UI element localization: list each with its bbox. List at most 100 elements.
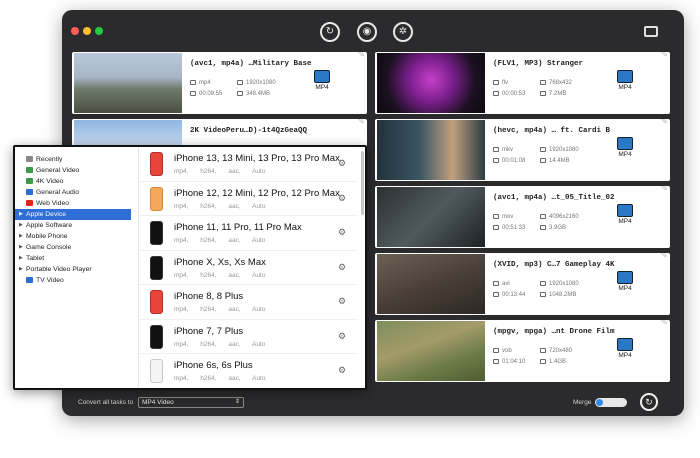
format-icon xyxy=(493,147,499,152)
file-card[interactable]: (mpgv, mpga) …nt Drone Film ✎ vob 720x480 01… xyxy=(375,320,670,382)
gear-icon[interactable]: ⚙ xyxy=(338,227,346,238)
device-preset-row[interactable]: iPhone 7, 7 Plus mp4, h264, aac, Auto ⚙ xyxy=(139,320,358,354)
spec-value: Auto xyxy=(252,202,266,210)
video-thumbnail[interactable] xyxy=(377,254,485,314)
category-item[interactable]: ▶ Apple Device xyxy=(15,209,131,220)
edit-icon[interactable]: ✎ xyxy=(357,52,365,60)
category-item[interactable]: 4K Video xyxy=(15,176,131,187)
video-thumbnail[interactable] xyxy=(377,187,485,247)
file-card[interactable]: (avc1, mp4a) …Military Base ✎ mp4 1920x1080… xyxy=(72,52,367,114)
category-item[interactable]: General Video xyxy=(15,165,131,176)
duration-meta: 00:09:55 xyxy=(190,91,222,97)
convert-icon[interactable]: ↻ xyxy=(320,22,340,42)
category-item[interactable]: ▶ Portable Video Player xyxy=(15,264,131,275)
category-label: TV Video xyxy=(36,277,64,284)
device-preset-row[interactable]: iPhone X, Xs, Xs Max mp4, h264, aac, Auto… xyxy=(139,251,358,285)
format-meta: vob xyxy=(493,348,512,354)
device-preset-row[interactable]: iPhone 12, 12 Mini, 12 Pro, 12 Pro Max mp… xyxy=(139,182,358,216)
select-arrows-icon: ⇕ xyxy=(234,399,240,405)
dvd-icon[interactable]: ◉ xyxy=(357,22,377,42)
target-format-badge[interactable]: MP4 xyxy=(613,204,637,225)
spec-value: mp4, xyxy=(174,202,189,210)
edit-icon[interactable]: ✎ xyxy=(357,119,365,127)
category-label: Apple Device xyxy=(26,211,67,218)
target-format-badge[interactable]: MP4 xyxy=(310,70,334,91)
mp4-format-icon xyxy=(617,137,633,150)
edit-icon[interactable]: ✎ xyxy=(660,52,668,60)
category-item[interactable]: ▶ Apple Software xyxy=(15,220,131,231)
gear-icon[interactable]: ⚙ xyxy=(338,158,346,169)
category-item[interactable]: Recently xyxy=(15,154,131,165)
device-name: iPhone 12, 12 Mini, 12 Pro, 12 Pro Max xyxy=(174,187,340,199)
target-format-badge[interactable]: MP4 xyxy=(613,338,637,359)
device-specs: mp4, h264, aac, Auto xyxy=(174,203,265,210)
expand-arrow-icon: ▶ xyxy=(19,211,23,217)
category-item[interactable]: Web Video xyxy=(15,198,131,209)
gear-icon[interactable]: ⚙ xyxy=(338,262,346,273)
filesize-icon xyxy=(540,225,546,230)
close-window-button[interactable] xyxy=(71,27,79,35)
edit-icon[interactable]: ✎ xyxy=(660,253,668,261)
category-item[interactable]: ▶ Tablet xyxy=(15,253,131,264)
spec-value: aac, xyxy=(228,375,241,382)
format-meta-value: mp4 xyxy=(199,80,211,86)
stage: ↻ ◉ ✲ (avc1, mp4a) …Military Base ✎ mp4 192… xyxy=(0,0,700,458)
iphone-icon xyxy=(150,255,163,280)
output-format-select[interactable]: MP4 Video ⇕ xyxy=(138,397,244,408)
film-reel-icon[interactable]: ✲ xyxy=(393,22,413,42)
category-item[interactable]: ▶ Game Console xyxy=(15,242,131,253)
gear-icon[interactable]: ⚙ xyxy=(338,365,346,376)
device-preset-row[interactable]: iPhone 11, 11 Pro, 11 Pro Max mp4, h264, … xyxy=(139,216,358,251)
resolution-meta-value: 720x480 xyxy=(549,348,573,354)
resolution-meta: 720x480 xyxy=(540,348,572,354)
category-item[interactable]: TV Video xyxy=(15,275,131,286)
minimize-window-button[interactable] xyxy=(83,27,91,35)
resolution-icon xyxy=(540,80,546,85)
device-preset-row[interactable]: iPhone 8, 8 Plus mp4, h264, aac, Auto ⚙ xyxy=(139,285,358,320)
format-icon xyxy=(493,80,499,85)
category-label: 4K Video xyxy=(36,178,64,185)
target-format-badge[interactable]: MP4 xyxy=(613,137,637,158)
target-format-badge[interactable]: MP4 xyxy=(613,271,637,292)
file-card[interactable]: (hevc, mp4a) … ft. Cardi B ✎ mkv 1920x1080 0… xyxy=(375,119,670,181)
filesize-meta: 7.2MB xyxy=(540,91,566,97)
edit-icon[interactable]: ✎ xyxy=(660,119,668,127)
resolution-meta: 768x432 xyxy=(540,80,572,86)
target-format-label: MP4 xyxy=(618,218,632,225)
filesize-meta: 14.4MB xyxy=(540,158,570,164)
category-label: General Audio xyxy=(36,189,80,196)
file-card[interactable]: (FLV1, MP3) Stranger ✎ flv 768x432 00:00:53 7… xyxy=(375,52,670,114)
device-list-scrollbar[interactable] xyxy=(361,151,364,215)
video-thumbnail[interactable] xyxy=(377,321,485,381)
gear-icon[interactable]: ⚙ xyxy=(338,331,346,342)
category-label: Tablet xyxy=(26,255,45,262)
convert-all-button[interactable]: ↻ xyxy=(640,393,658,411)
bottom-bar: Convert all tasks to MP4 Video ⇕ Merge ↻ xyxy=(62,391,684,416)
video-thumbnail[interactable] xyxy=(74,53,182,113)
gear-icon[interactable]: ⚙ xyxy=(338,193,346,204)
gear-icon[interactable]: ⚙ xyxy=(338,296,346,307)
duration-meta-value: 00:00:53 xyxy=(502,91,526,97)
output-format-value: MP4 Video xyxy=(142,399,174,406)
expand-arrow-icon: ▶ xyxy=(19,255,23,261)
edit-icon[interactable]: ✎ xyxy=(660,186,668,194)
spec-value: mp4, xyxy=(174,237,189,244)
toolbox-icon[interactable] xyxy=(644,26,658,37)
device-preset-row[interactable]: iPhone 13, 13 Mini, 13 Pro, 13 Pro Max mp… xyxy=(139,147,358,182)
video-thumbnail[interactable] xyxy=(377,53,485,113)
category-item[interactable]: General Audio xyxy=(15,187,131,198)
category-item[interactable]: ▶ Mobile Phone xyxy=(15,231,131,242)
file-card[interactable]: (avc1, mp4a) …t_05_Title_02 ✎ mov 4096x2160… xyxy=(375,186,670,248)
target-format-badge[interactable]: MP4 xyxy=(613,70,637,91)
zoom-window-button[interactable] xyxy=(95,27,103,35)
duration-meta-value: 00:09:55 xyxy=(199,91,223,97)
merge-toggle[interactable] xyxy=(595,398,627,407)
video-thumbnail[interactable] xyxy=(377,120,485,180)
spec-value: h264, xyxy=(200,202,217,210)
duration-icon xyxy=(493,91,499,96)
youtube-icon xyxy=(26,200,33,206)
edit-icon[interactable]: ✎ xyxy=(660,320,668,328)
device-preset-row[interactable]: iPhone 6s, 6s Plus mp4, h264, aac, Auto ⚙ xyxy=(139,354,358,388)
merge-label: Merge xyxy=(573,399,592,406)
file-card[interactable]: (XVID, mp3) C…7 Gameplay 4K ✎ avi 1920x1080… xyxy=(375,253,670,315)
